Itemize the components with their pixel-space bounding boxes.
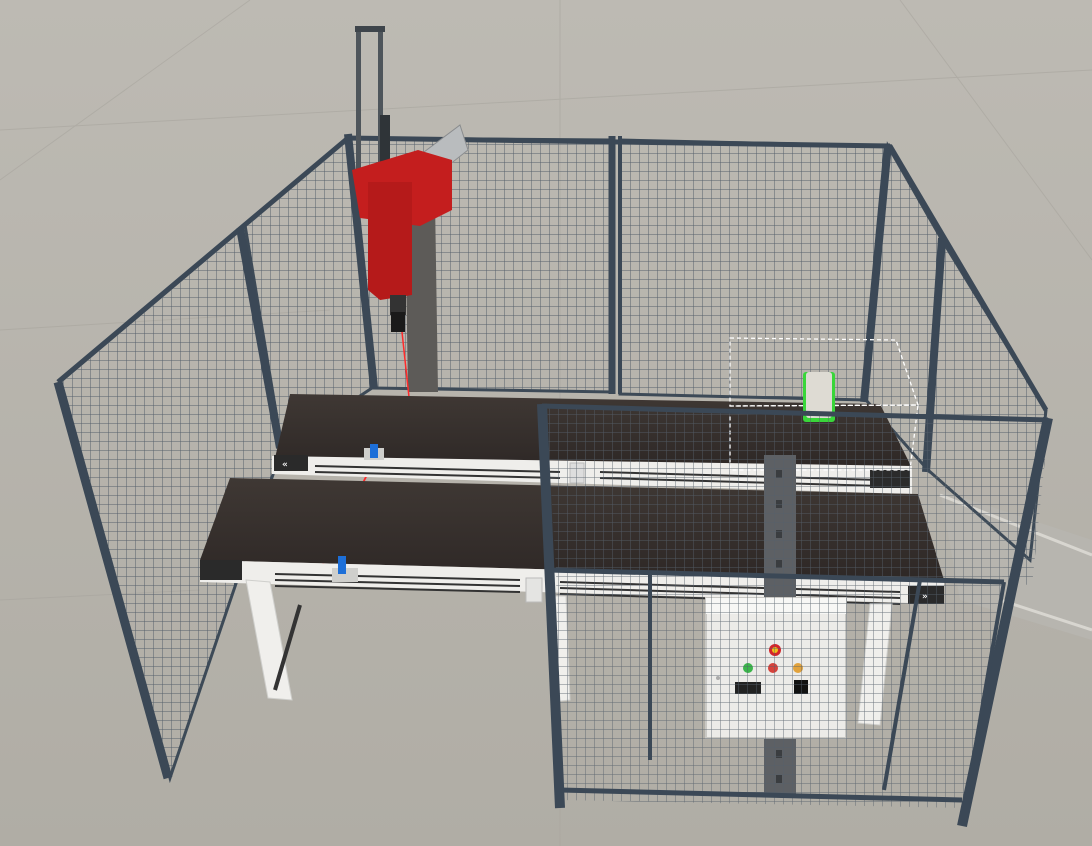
- simulation-viewport[interactable]: « »: [0, 0, 1092, 846]
- factory-scene: « »: [0, 0, 1092, 846]
- sensor-back: [370, 444, 378, 458]
- conveyor-back-direction: «: [282, 460, 288, 470]
- sensor-front: [338, 556, 346, 574]
- robot-arm: [368, 182, 412, 300]
- fence-front: [537, 403, 1053, 828]
